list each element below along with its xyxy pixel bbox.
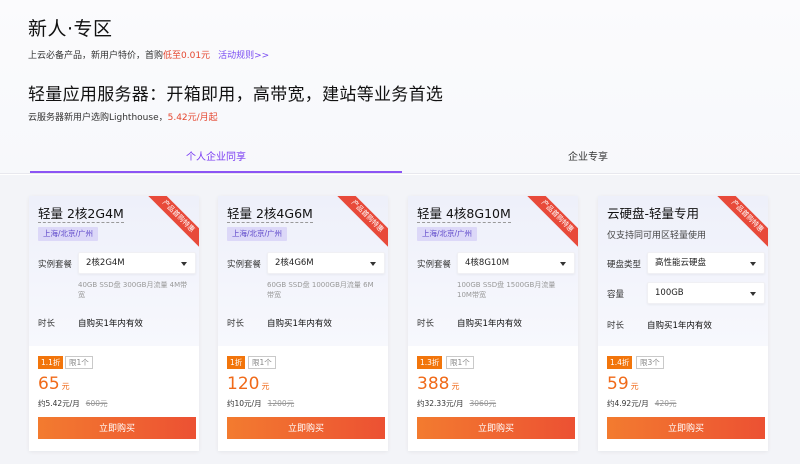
discount-badge: 1折 (227, 356, 246, 369)
monthly-price: 约4.92元/月 420元 (607, 398, 677, 409)
buy-now-button[interactable]: 立即购买 (607, 417, 765, 439)
price-value: 120 (227, 374, 260, 394)
section-subline-price: 5.42元/月起 (167, 113, 218, 123)
promo-subline-text: 上云必备产品，新用户特价，首购 (28, 51, 164, 61)
price-value: 65 (38, 374, 60, 394)
monthly-price-value: 约10元/月 (227, 399, 262, 408)
duration-label: 时长 (38, 319, 56, 329)
product-card: 产品首购特惠 轻量 2核4G6M 上海/北京/广州 实例套餐 2核4G6M 60… (218, 196, 388, 451)
limit-badge: 限1个 (65, 356, 93, 369)
spec-select[interactable]: 2核4G6M (267, 252, 385, 274)
chevron-down-icon (750, 292, 756, 296)
monthly-price: 约5.42元/月 600元 (38, 398, 108, 409)
monthly-price-value: 约32.33元/月 (417, 399, 464, 408)
disk-type-label: 硬盘类型 (607, 260, 642, 270)
capacity-select[interactable]: 100GB (647, 282, 765, 304)
disk-type-select-value: 高性能云硬盘 (655, 258, 707, 268)
duration-label: 时长 (417, 319, 435, 329)
tab-enterprise-only[interactable]: 企业专享 (402, 142, 774, 174)
price-area: 1.3折 限1个 388 元 约32.33元/月 3060元 立即购买 (408, 346, 578, 451)
duration-label: 时长 (227, 319, 245, 329)
product-name: 轻量 2核2G4M (38, 206, 124, 223)
original-price: 600元 (85, 399, 108, 408)
spec-select-value: 2核4G6M (275, 258, 314, 268)
spec-note: 60GB SSD盘 1000GB月流量 6M带宽 (267, 281, 374, 299)
original-price: 420元 (654, 399, 677, 408)
monthly-price: 约32.33元/月 3060元 (417, 398, 496, 409)
original-price: 3060元 (469, 399, 497, 408)
buy-now-button[interactable]: 立即购买 (417, 417, 575, 439)
disk-product-card: 产品首购特惠 云硬盘-轻量专用 仅支持同可用区轻量使用 硬盘类型 高性能云硬盘 … (598, 196, 768, 451)
section-headline: 轻量应用服务器：开箱即用，高带宽，建站等业务首选 (28, 85, 444, 105)
price: 65 元 (38, 374, 70, 397)
monthly-price-value: 约4.92元/月 (607, 399, 649, 408)
region-tag: 上海/北京/广州 (417, 227, 478, 241)
region-tag: 上海/北京/广州 (227, 227, 288, 241)
monthly-price: 约10元/月 1200元 (227, 398, 294, 409)
duration-value: 自购买1年内有效 (267, 319, 332, 329)
spec-label: 实例套餐 (38, 260, 73, 270)
chevron-down-icon (750, 262, 756, 266)
duration-label: 时长 (607, 321, 625, 331)
duration-value: 自购买1年内有效 (78, 319, 143, 329)
region-tag: 上海/北京/广州 (38, 227, 99, 241)
limit-badge: 限1个 (446, 356, 474, 369)
spec-note: 40GB SSD盘 300GB月流量 4M带宽 (78, 281, 188, 299)
price-value: 59 (607, 374, 629, 394)
tab-bar: 个人企业同享 企业专享 (0, 142, 800, 174)
rules-link[interactable]: 活动规则>> (218, 51, 269, 61)
promo-subline: 上云必备产品，新用户特价，首购低至0.01元 活动规则>> (28, 48, 269, 61)
discount-badge: 1.3折 (417, 356, 443, 369)
section-subline: 云服务器新用户选购Lighthouse，5.42元/月起 (28, 110, 218, 123)
spec-select[interactable]: 2核2G4M (78, 252, 196, 274)
discount-badge: 1.4折 (607, 356, 633, 369)
duration-value: 自购买1年内有效 (457, 319, 522, 329)
monthly-price-value: 约5.42元/月 (38, 399, 80, 408)
header-section: 新人·专区 上云必备产品，新用户特价，首购低至0.01元 活动规则>> 轻量应用服… (0, 0, 800, 174)
price: 120 元 (227, 374, 269, 397)
product-subtitle: 仅支持同可用区轻量使用 (607, 231, 707, 241)
spec-label: 实例套餐 (227, 260, 262, 270)
price: 388 元 (417, 374, 459, 397)
price-area: 1.1折 限1个 65 元 约5.42元/月 600元 立即购买 (29, 346, 199, 451)
tab-personal-enterprise[interactable]: 个人企业同享 (30, 142, 402, 174)
original-price: 1200元 (267, 399, 295, 408)
limit-badge: 限1个 (248, 356, 276, 369)
price-area: 1.4折 限3个 59 元 约4.92元/月 420元 立即购买 (598, 346, 768, 451)
price-unit: 元 (61, 382, 70, 391)
chevron-down-icon (560, 262, 566, 266)
product-card: 产品首购特惠 轻量 4核8G10M 上海/北京/广州 实例套餐 4核8G10M … (408, 196, 578, 451)
product-name: 轻量 2核4G6M (227, 206, 313, 223)
price: 59 元 (607, 374, 639, 397)
price-area: 1折 限1个 120 元 约10元/月 1200元 立即购买 (218, 346, 388, 451)
chevron-down-icon (370, 262, 376, 266)
price-unit: 元 (630, 382, 639, 391)
limit-badge: 限3个 (636, 356, 664, 369)
product-card: 产品首购特惠 轻量 2核2G4M 上海/北京/广州 实例套餐 2核2G4M 40… (29, 196, 199, 451)
price-unit: 元 (451, 382, 460, 391)
product-name: 云硬盘-轻量专用 (607, 206, 700, 221)
promo-highlight: 低至0.01元 (163, 51, 211, 61)
capacity-select-value: 100GB (655, 288, 684, 298)
spec-label: 实例套餐 (417, 260, 452, 270)
spec-select-value: 2核2G4M (86, 258, 125, 268)
page-title: 新人·专区 (28, 18, 113, 40)
capacity-label: 容量 (607, 290, 625, 300)
price-value: 388 (417, 374, 450, 394)
duration-value: 自购买1年内有效 (647, 321, 712, 331)
tab-divider (0, 173, 800, 174)
section-subline-text: 云服务器新用户选购Lighthouse， (28, 113, 168, 123)
spec-select-value: 4核8G10M (465, 258, 510, 268)
spec-select[interactable]: 4核8G10M (457, 252, 575, 274)
price-unit: 元 (261, 382, 270, 391)
spec-note: 100GB SSD盘 1500GB月流量 10M带宽 (457, 281, 556, 299)
disk-type-select[interactable]: 高性能云硬盘 (647, 252, 765, 274)
product-name: 轻量 4核8G10M (417, 206, 511, 223)
discount-badge: 1.1折 (38, 356, 64, 369)
chevron-down-icon (181, 262, 187, 266)
buy-now-button[interactable]: 立即购买 (38, 417, 196, 439)
buy-now-button[interactable]: 立即购买 (227, 417, 385, 439)
